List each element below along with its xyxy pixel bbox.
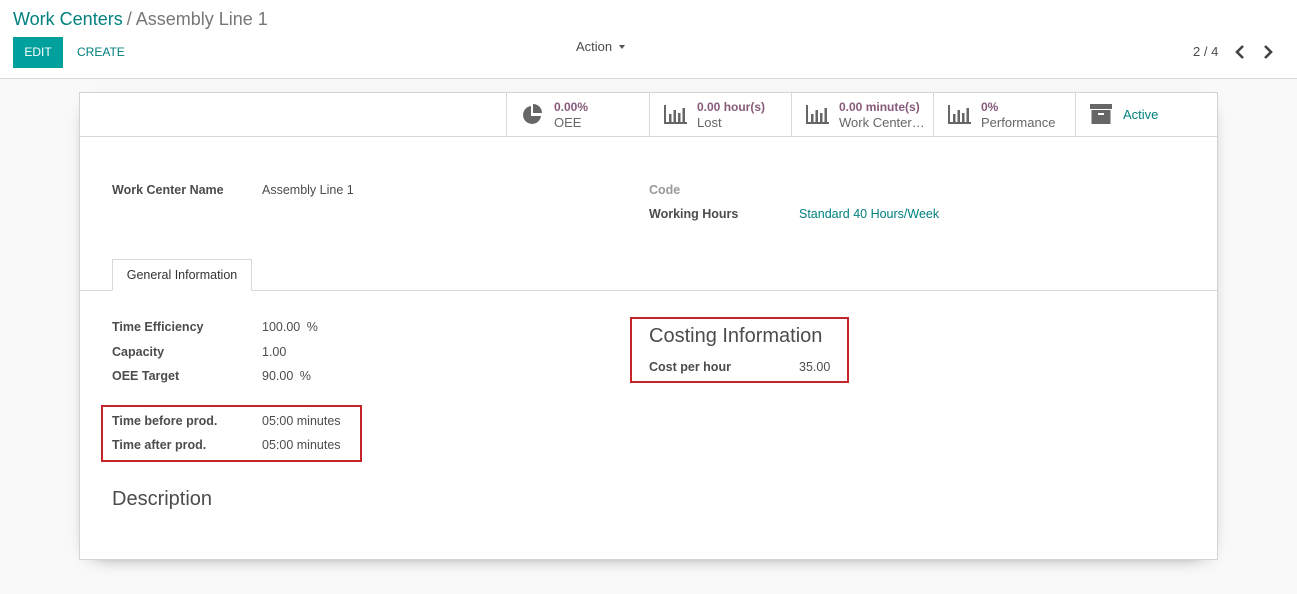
working-hours-link[interactable]: Standard 40 Hours/Week (799, 207, 939, 221)
active-toggle-button[interactable]: Active (1075, 93, 1217, 136)
time-efficiency-value: 100.00 % (262, 320, 318, 334)
oee-stat-value: 0.00% (554, 100, 589, 114)
oee-target-unit: % (299, 369, 311, 383)
oee-stat-label: OEE (554, 115, 582, 130)
chevron-right-icon (1264, 45, 1273, 59)
time-after-prod-value: 05:00 minutes (262, 438, 341, 452)
breadcrumb: Work Centers / Assembly Line 1 (13, 8, 268, 30)
create-button[interactable]: CREATE (77, 37, 125, 68)
work-center-load-stat-button[interactable]: 0.00 minute(s) Work Center… (791, 93, 933, 136)
archive-icon (1090, 104, 1112, 124)
pager-next-button[interactable] (1261, 43, 1275, 61)
chevron-left-icon (1235, 45, 1244, 59)
bar-chart-icon (806, 105, 829, 124)
bar-chart-icon (948, 105, 971, 124)
performance-stat-label: Performance (981, 115, 1056, 130)
time-before-prod-value: 05:00 minutes (262, 414, 341, 428)
lost-stat-label: Lost (697, 115, 722, 130)
bar-chart-icon (664, 105, 687, 124)
form-sheet: 0.00% OEE 0.00 hour(s) Lost 0.00 minute(… (79, 92, 1218, 560)
cost-per-hour-value: 35.00 (799, 360, 831, 374)
oee-target-label: OEE Target (112, 369, 180, 383)
caret-down-icon (619, 44, 626, 49)
performance-stat-button[interactable]: 0% Performance (933, 93, 1075, 136)
work-center-name-value: Assembly Line 1 (262, 183, 354, 197)
oee-stat-button[interactable]: 0.00% OEE (506, 93, 649, 136)
lost-stat-button[interactable]: 0.00 hour(s) Lost (649, 93, 791, 136)
code-label: Code (649, 183, 681, 197)
capacity-label: Capacity (112, 345, 165, 359)
time-after-prod-label: Time after prod. (112, 438, 207, 452)
action-dropdown[interactable]: Action (576, 37, 626, 57)
breadcrumb-work-centers-link[interactable]: Work Centers (13, 9, 123, 29)
action-label: Action (576, 39, 613, 54)
button-box: 0.00% OEE 0.00 hour(s) Lost 0.00 minute(… (80, 93, 1217, 137)
description-title: Description (112, 488, 213, 510)
time-efficiency-number: 100.00 (262, 320, 301, 334)
costing-information-title: Costing Information (649, 325, 823, 347)
tab-general-information[interactable]: General Information (112, 259, 252, 291)
work-center-name-label: Work Center Name (112, 183, 224, 197)
capacity-value: 1.00 (262, 345, 287, 359)
breadcrumb-current: Assembly Line 1 (135, 9, 268, 29)
breadcrumb-separator: / (126, 9, 132, 29)
cost-per-hour-label: Cost per hour (649, 360, 731, 374)
edit-button[interactable]: EDIT (13, 37, 63, 68)
active-label: Active (1123, 107, 1159, 122)
time-efficiency-unit: % (306, 320, 318, 334)
oee-target-value: 90.00 % (262, 369, 311, 383)
work-center-stat-value: 0.00 minute(s) (839, 100, 920, 114)
time-before-prod-label: Time before prod. (112, 414, 218, 428)
oee-target-number: 90.00 (262, 369, 294, 383)
work-center-stat-label: Work Center… (839, 115, 925, 130)
time-efficiency-label: Time Efficiency (112, 320, 204, 334)
performance-stat-value: 0% (981, 100, 999, 114)
pie-chart-icon (523, 104, 542, 124)
pager-value[interactable]: 2 / 4 (1193, 41, 1218, 63)
working-hours-label: Working Hours (649, 207, 739, 221)
control-panel: Work Centers / Assembly Line 1 EDIT CREATE… (0, 0, 1297, 79)
lost-stat-value: 0.00 hour(s) (697, 100, 766, 114)
pager-previous-button[interactable] (1233, 43, 1247, 61)
